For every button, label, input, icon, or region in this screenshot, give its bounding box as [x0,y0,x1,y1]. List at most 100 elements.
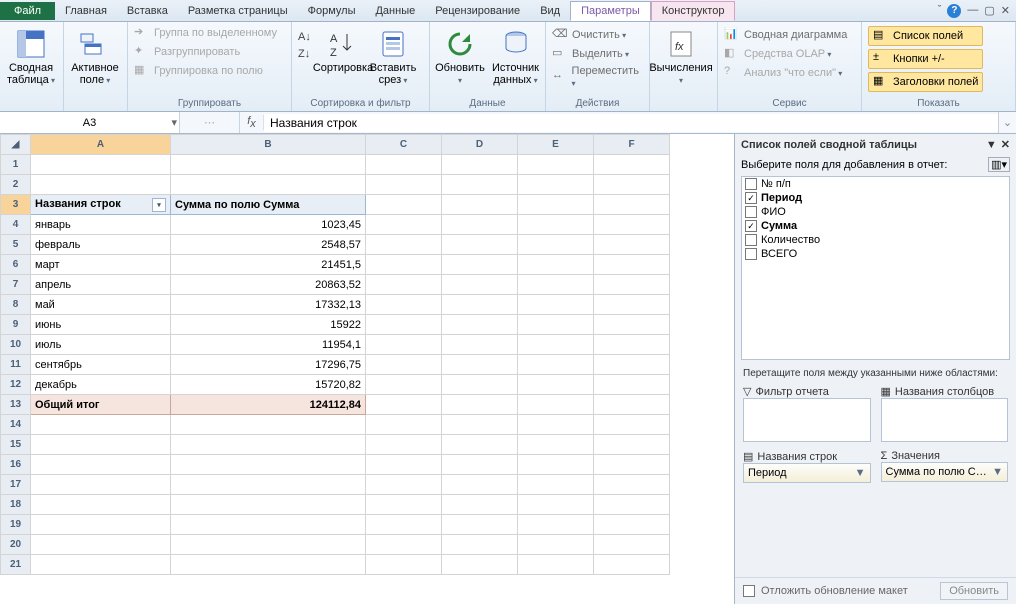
cell-E13[interactable] [518,395,594,415]
cell-F2[interactable] [594,175,670,195]
pivot-chart-button[interactable]: 📊Сводная диаграмма [722,26,849,44]
cell-A17[interactable] [31,475,171,495]
headers-toggle[interactable]: ▦Заголовки полей [868,72,983,92]
cell-D1[interactable] [442,155,518,175]
cell-D12[interactable] [442,375,518,395]
row-header-10[interactable]: 10 [1,335,31,355]
cell-F13[interactable] [594,395,670,415]
cell-C8[interactable] [366,295,442,315]
whatif-button[interactable]: ?Анализ "что если" [722,64,849,82]
select-button[interactable]: ▭Выделить [550,45,645,63]
cell-F21[interactable] [594,555,670,575]
row-header-8[interactable]: 8 [1,295,31,315]
cell-B20[interactable] [171,535,366,555]
area-columns[interactable] [881,398,1009,442]
area-values[interactable]: Сумма по полю С…▼ [881,462,1009,482]
cell-C16[interactable] [366,455,442,475]
cell-C20[interactable] [366,535,442,555]
cell-F18[interactable] [594,495,670,515]
tab-data[interactable]: Данные [365,2,425,20]
cell-E3[interactable] [518,195,594,215]
field-list-toggle[interactable]: ▤Список полей [868,26,983,46]
cell-E2[interactable] [518,175,594,195]
cell-B17[interactable] [171,475,366,495]
cell-D14[interactable] [442,415,518,435]
col-header-A[interactable]: A [31,135,171,155]
cell-B1[interactable] [171,155,366,175]
name-box[interactable]: A3 ▾ [0,112,180,133]
cell-A1[interactable] [31,155,171,175]
field-item[interactable]: ВСЕГО [742,247,1009,261]
tab-review[interactable]: Рецензирование [425,2,530,20]
cell-D17[interactable] [442,475,518,495]
cell-D8[interactable] [442,295,518,315]
row-header-5[interactable]: 5 [1,235,31,255]
cell-B15[interactable] [171,435,366,455]
cell-E12[interactable] [518,375,594,395]
cell-A11[interactable]: сентябрь [31,355,171,375]
cell-F7[interactable] [594,275,670,295]
cell-D15[interactable] [442,435,518,455]
col-header-E[interactable]: E [518,135,594,155]
chevron-down-icon[interactable]: ▼ [992,466,1003,478]
expand-formula-bar[interactable]: ⌄ [998,112,1016,133]
cell-C3[interactable] [366,195,442,215]
cell-F16[interactable] [594,455,670,475]
tab-insert[interactable]: Вставка [117,2,178,20]
cell-C19[interactable] [366,515,442,535]
col-header-C[interactable]: C [366,135,442,155]
olap-button[interactable]: ◧Средства OLAP [722,45,849,63]
row-header-16[interactable]: 16 [1,455,31,475]
cell-C4[interactable] [366,215,442,235]
field-checkbox[interactable] [745,234,757,246]
row-header-21[interactable]: 21 [1,555,31,575]
cell-C14[interactable] [366,415,442,435]
row-header-13[interactable]: 13 [1,395,31,415]
cell-B3[interactable]: Сумма по полю Сумма [171,195,366,215]
row-header-4[interactable]: 4 [1,215,31,235]
cell-E4[interactable] [518,215,594,235]
cell-B9[interactable]: 15922 [171,315,366,335]
group-selection-button[interactable]: ➔Группа по выделенному [132,24,279,42]
cell-B10[interactable]: 11954,1 [171,335,366,355]
field-checkbox[interactable] [745,178,757,190]
row-filter-button[interactable]: ▾ [152,198,166,212]
cell-C17[interactable] [366,475,442,495]
cell-D4[interactable] [442,215,518,235]
cell-A20[interactable] [31,535,171,555]
chevron-down-icon[interactable]: ▾ [171,116,177,129]
cell-C5[interactable] [366,235,442,255]
window-restore-icon[interactable]: ▢ [984,4,994,18]
defer-checkbox[interactable] [743,585,755,597]
cell-B7[interactable]: 20863,52 [171,275,366,295]
cell-A14[interactable] [31,415,171,435]
cell-A3[interactable]: Названия строк▾ [31,195,171,215]
cell-E1[interactable] [518,155,594,175]
cell-C6[interactable] [366,255,442,275]
row-header-6[interactable]: 6 [1,255,31,275]
insert-slicer-button[interactable]: Вставить срез [370,24,416,90]
field-checkbox[interactable] [745,192,757,204]
row-header-14[interactable]: 14 [1,415,31,435]
cell-F20[interactable] [594,535,670,555]
calculations-button[interactable]: fx Вычисления [654,24,708,90]
clear-button[interactable]: ⌫Очистить [550,26,645,44]
cell-F10[interactable] [594,335,670,355]
field-item[interactable]: № п/п [742,177,1009,191]
cell-B12[interactable]: 15720,82 [171,375,366,395]
area-rows[interactable]: Период▼ [743,463,871,483]
cell-B6[interactable]: 21451,5 [171,255,366,275]
cell-D21[interactable] [442,555,518,575]
row-header-7[interactable]: 7 [1,275,31,295]
cell-C11[interactable] [366,355,442,375]
cell-E14[interactable] [518,415,594,435]
cell-B14[interactable] [171,415,366,435]
cell-C13[interactable] [366,395,442,415]
tab-design[interactable]: Конструктор [651,1,736,21]
pivot-table-button[interactable]: Сводная таблица [4,24,58,90]
field-list[interactable]: № п/п Период ФИО Сумма Количество ВСЕГО [741,176,1010,360]
cell-B4[interactable]: 1023,45 [171,215,366,235]
cell-E20[interactable] [518,535,594,555]
sort-desc-button[interactable]: Z↓ [296,45,316,61]
cell-F8[interactable] [594,295,670,315]
